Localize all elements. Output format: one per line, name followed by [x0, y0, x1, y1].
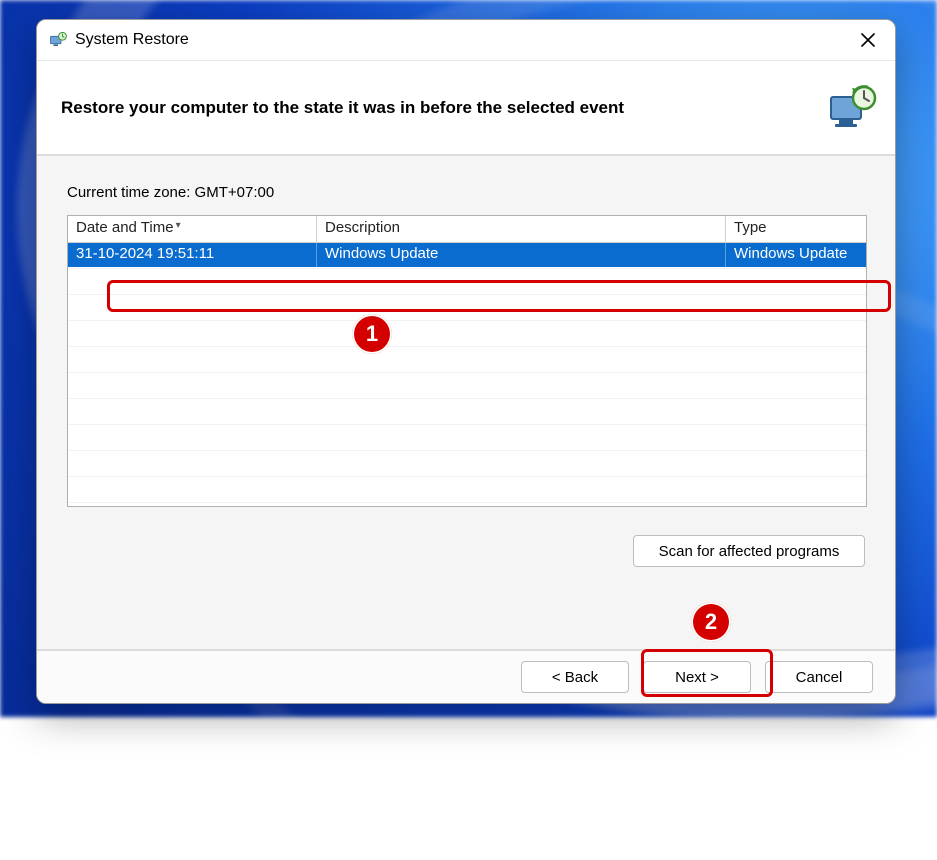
next-button[interactable]: Next >: [643, 661, 751, 693]
table-body: 31-10-2024 19:51:11 Windows Update Windo…: [68, 243, 866, 507]
column-header-description-label: Description: [325, 219, 400, 236]
restore-points-table[interactable]: Date and Time ▾ Description Type 31-10-2…: [67, 215, 867, 507]
system-restore-dialog: System Restore Restore your computer to …: [36, 19, 896, 704]
back-button[interactable]: < Back: [521, 661, 629, 693]
dialog-heading: Restore your computer to the state it wa…: [61, 98, 827, 118]
cell-date: 31-10-2024 19:51:11: [68, 243, 317, 267]
window-close-button[interactable]: [845, 24, 891, 56]
cancel-button[interactable]: Cancel: [765, 661, 873, 693]
dialog-body: Current time zone: GMT+07:00 Date and Ti…: [37, 156, 895, 649]
sort-descending-icon: ▾: [176, 220, 181, 231]
table-header-row: Date and Time ▾ Description Type: [68, 216, 866, 243]
column-header-description[interactable]: Description: [317, 216, 726, 242]
titlebar: System Restore: [37, 20, 895, 61]
column-header-date[interactable]: Date and Time ▾: [68, 216, 317, 242]
scan-affected-programs-button[interactable]: Scan for affected programs: [633, 535, 865, 567]
system-restore-icon: [827, 85, 877, 131]
system-restore-app-icon: [49, 31, 67, 49]
cell-description: Windows Update: [317, 243, 726, 267]
window-title: System Restore: [75, 31, 845, 49]
column-header-type[interactable]: Type: [726, 216, 866, 242]
cell-type: Windows Update: [726, 243, 866, 267]
column-header-date-label: Date and Time: [76, 219, 174, 236]
dialog-header: Restore your computer to the state it wa…: [37, 61, 895, 156]
dialog-footer: < Back Next > Cancel: [37, 649, 895, 703]
column-header-type-label: Type: [734, 219, 767, 236]
restore-point-row[interactable]: 31-10-2024 19:51:11 Windows Update Windo…: [68, 243, 866, 267]
scan-button-row: Scan for affected programs: [67, 535, 865, 567]
timezone-label: Current time zone: GMT+07:00: [67, 184, 865, 201]
close-icon: [861, 33, 875, 47]
